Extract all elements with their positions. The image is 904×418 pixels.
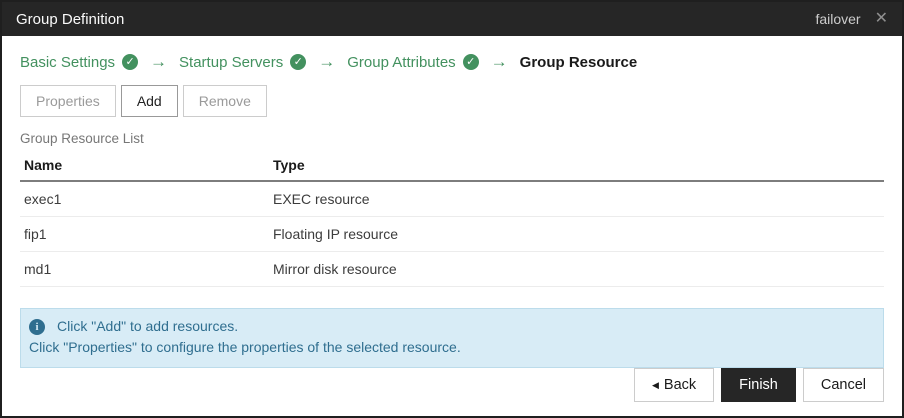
column-header-type: Type [269, 150, 884, 182]
arrow-right-icon: → [318, 52, 336, 71]
add-button[interactable]: Add [120, 85, 178, 117]
resource-name-cell: fip1 [20, 216, 269, 252]
dialog-content: Basic Settings ✓ → Startup Servers ✓ → G… [2, 36, 902, 368]
wizard-breadcrumb: Basic Settings ✓ → Startup Servers ✓ → G… [20, 52, 884, 72]
dialog-titlebar: Group Definition failover ✕ [2, 2, 902, 36]
wizard-step-basic-settings[interactable]: Basic Settings ✓ [20, 53, 139, 71]
info-message-box: i Click "Add" to add resources. Click "P… [20, 308, 884, 368]
table-row[interactable]: fip1 Floating IP resource [20, 216, 884, 252]
table-row[interactable]: exec1 EXEC resource [20, 181, 884, 217]
back-button-label: Back [663, 377, 697, 393]
resource-type-cell: Floating IP resource [269, 216, 884, 252]
wizard-step-group-attributes[interactable]: Group Attributes ✓ [347, 53, 479, 71]
table-header-row: Name Type [20, 150, 884, 182]
info-line-1-wrap: i Click "Add" to add resources. [29, 316, 871, 337]
check-circle-icon: ✓ [122, 54, 139, 70]
dialog-footer: ◀ Back Finish Cancel [2, 368, 902, 416]
close-icon[interactable]: ✕ [875, 11, 888, 27]
context-label: failover [815, 11, 861, 27]
resource-type-cell: Mirror disk resource [269, 251, 884, 287]
properties-button[interactable]: Properties [20, 85, 116, 117]
wizard-step-label: Basic Settings [20, 53, 116, 71]
arrow-right-icon: → [490, 52, 508, 71]
wizard-step-startup-servers[interactable]: Startup Servers ✓ [179, 53, 307, 71]
arrow-right-icon: → [150, 52, 168, 71]
resource-type-cell: EXEC resource [269, 181, 884, 217]
group-definition-dialog: Group Definition failover ✕ Basic Settin… [0, 0, 904, 418]
info-icon: i [29, 318, 45, 335]
back-button[interactable]: ◀ Back [634, 368, 715, 402]
list-caption: Group Resource List [20, 131, 144, 146]
remove-button[interactable]: Remove [182, 85, 267, 117]
group-resource-table: Name Type exec1 EXEC resource fip1 Float… [20, 150, 884, 287]
back-triangle-icon: ◀ [652, 379, 659, 390]
column-header-name: Name [20, 150, 269, 182]
table-row[interactable]: md1 Mirror disk resource [20, 251, 884, 287]
finish-button[interactable]: Finish [721, 368, 796, 402]
resource-name-cell: exec1 [20, 181, 269, 217]
dialog-title: Group Definition [16, 10, 125, 28]
resource-toolbar: Properties Add Remove [20, 85, 884, 117]
check-circle-icon: ✓ [462, 54, 479, 70]
wizard-step-label: Startup Servers [179, 53, 284, 71]
info-line-2: Click "Properties" to configure the prop… [29, 339, 461, 355]
cancel-button[interactable]: Cancel [802, 368, 884, 402]
wizard-step-group-resource: Group Resource [520, 54, 638, 71]
wizard-step-label: Group Resource [519, 53, 638, 71]
resource-name-cell: md1 [20, 251, 269, 287]
wizard-step-label: Group Attributes [347, 53, 456, 71]
info-line-1: Click "Add" to add resources. [57, 318, 239, 334]
check-circle-icon: ✓ [290, 54, 307, 70]
